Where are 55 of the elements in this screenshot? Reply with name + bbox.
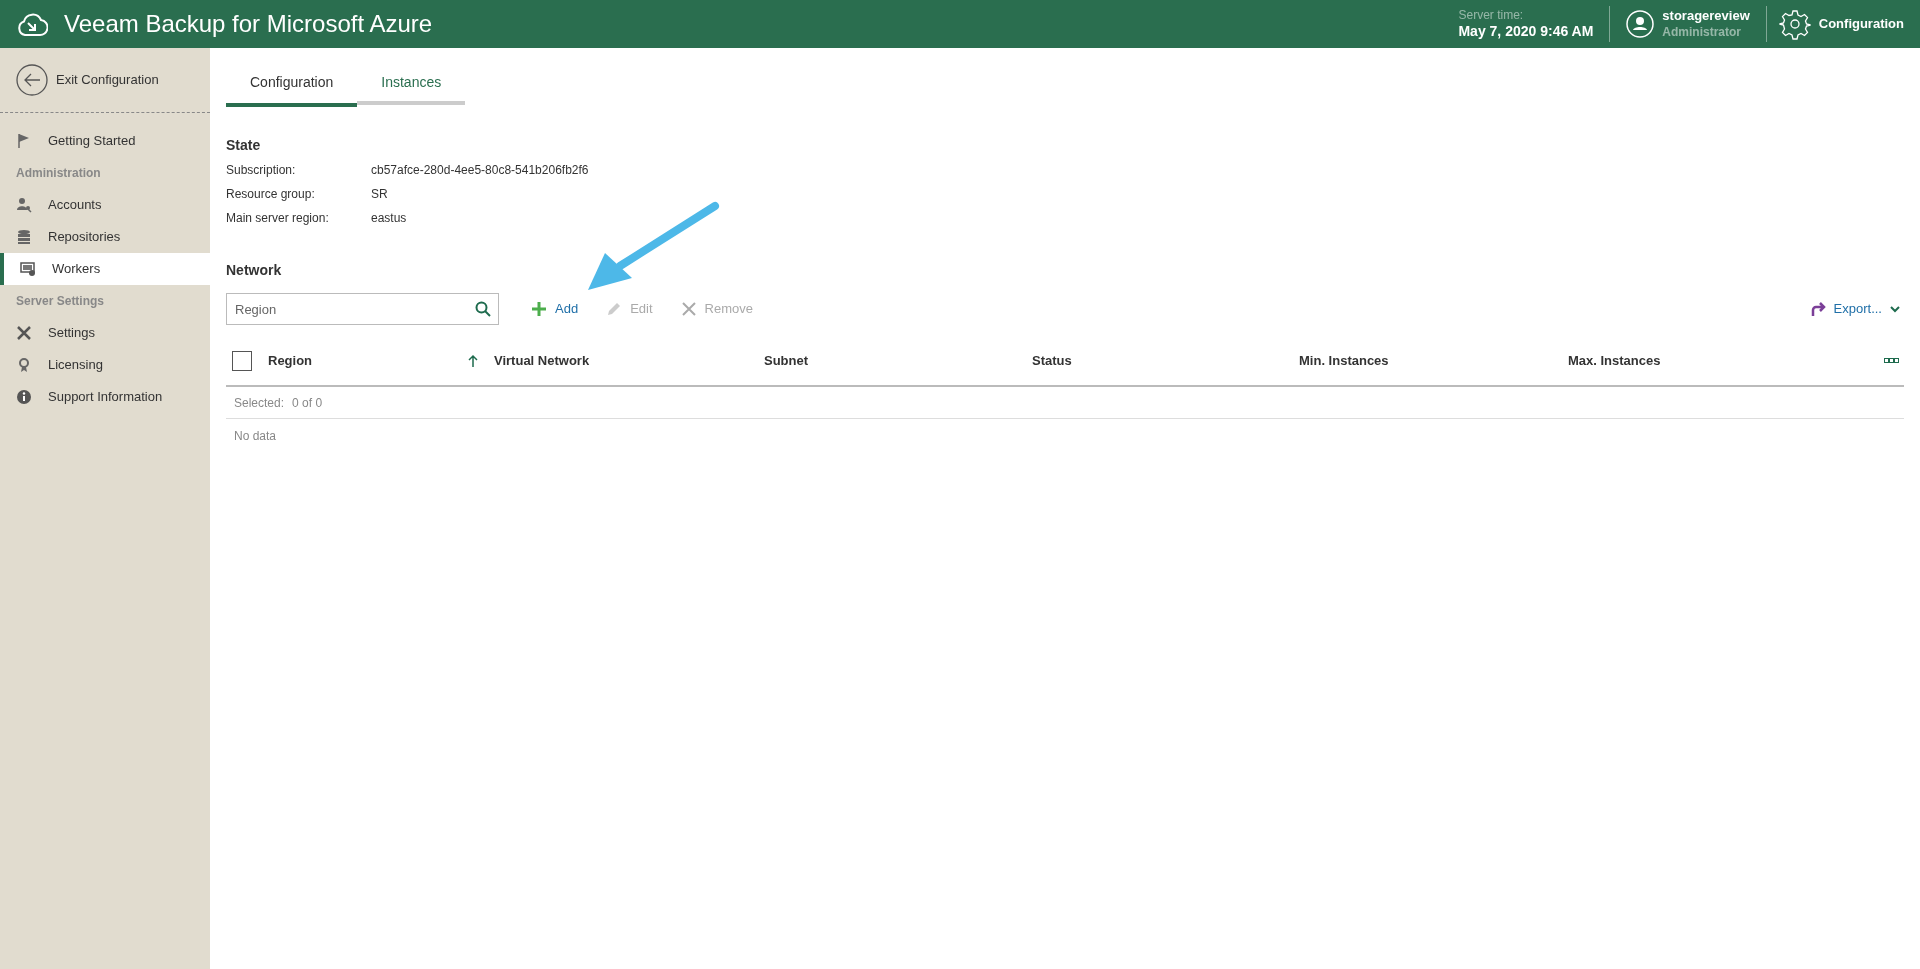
sidebar-item[interactable]: Settings [0, 317, 210, 349]
field-label: Subscription: [226, 162, 297, 179]
exit-configuration-link[interactable]: Exit Configuration [0, 48, 210, 113]
column-header[interactable]: Region [268, 351, 313, 371]
column-header[interactable]: Virtual Network [494, 351, 590, 371]
sidebar-section-heading: Server Settings [15, 293, 106, 310]
sidebar-item[interactable]: Licensing [0, 349, 210, 381]
sort-arrow-icon[interactable] [468, 354, 478, 368]
pencil-icon [606, 301, 623, 317]
selected-label: Selected: [234, 394, 285, 412]
field-value: cb57afce-280d-4ee5-80c8-541b206fb2f6 [371, 162, 589, 179]
server-time: May 7, 2020 9:46 AM [1458, 22, 1594, 41]
tools-icon [16, 325, 32, 341]
column-header[interactable]: Max. Instances [1568, 351, 1661, 371]
checkbox[interactable] [232, 351, 252, 371]
toolbar-button[interactable]: Add [531, 299, 579, 319]
user-avatar-icon [1626, 10, 1655, 38]
server-time-label: Server time: [1458, 7, 1525, 23]
section-title: State [226, 136, 262, 155]
sidebar-item[interactable]: Accounts [0, 189, 210, 221]
award-icon [16, 357, 32, 373]
column-header[interactable]: Status [1032, 351, 1072, 371]
column-header[interactable]: Min. Instances [1299, 351, 1389, 371]
sidebar-item[interactable]: Repositories [0, 221, 210, 253]
close-icon [680, 301, 697, 317]
field-value: eastus [371, 210, 408, 227]
share-arrow-icon [1809, 301, 1826, 317]
user-name: storagereview [1662, 8, 1750, 25]
sidebar-item[interactable]: Getting Started [0, 125, 210, 157]
column-chooser-icon[interactable] [1884, 357, 1900, 365]
plus-icon [531, 301, 547, 317]
chevron-down-icon [1890, 304, 1900, 314]
sidebar-item[interactable]: Workers [0, 253, 210, 285]
section-title: Network [226, 261, 283, 280]
database-icon [16, 229, 32, 245]
field-label: Main server region: [226, 210, 330, 227]
field-label: Resource group: [226, 186, 316, 203]
tab[interactable]: Instances [357, 64, 466, 105]
export-button[interactable]: Export... [1809, 299, 1900, 319]
info-icon [16, 389, 32, 405]
empty-table-message: No data [233, 428, 278, 445]
monitor-gear-icon [20, 261, 36, 277]
selected-count: 0 of 0 [292, 394, 323, 412]
tab[interactable]: Configuration [226, 64, 358, 107]
user-role: Administrator [1662, 24, 1743, 40]
user-key-icon [16, 197, 32, 213]
app-title: Veeam Backup for Microsoft Azure [64, 9, 433, 39]
search-field[interactable]: Region [226, 293, 499, 325]
column-header[interactable]: Subnet [764, 351, 809, 371]
field-value: SR [371, 186, 389, 203]
sidebar-section-heading: Administration [15, 165, 102, 182]
sidebar-item[interactable]: Support Information [0, 381, 210, 413]
settings-icon [1778, 8, 1811, 40]
configuration-button[interactable]: Configuration [1766, 8, 1920, 40]
search-icon[interactable] [475, 301, 491, 317]
